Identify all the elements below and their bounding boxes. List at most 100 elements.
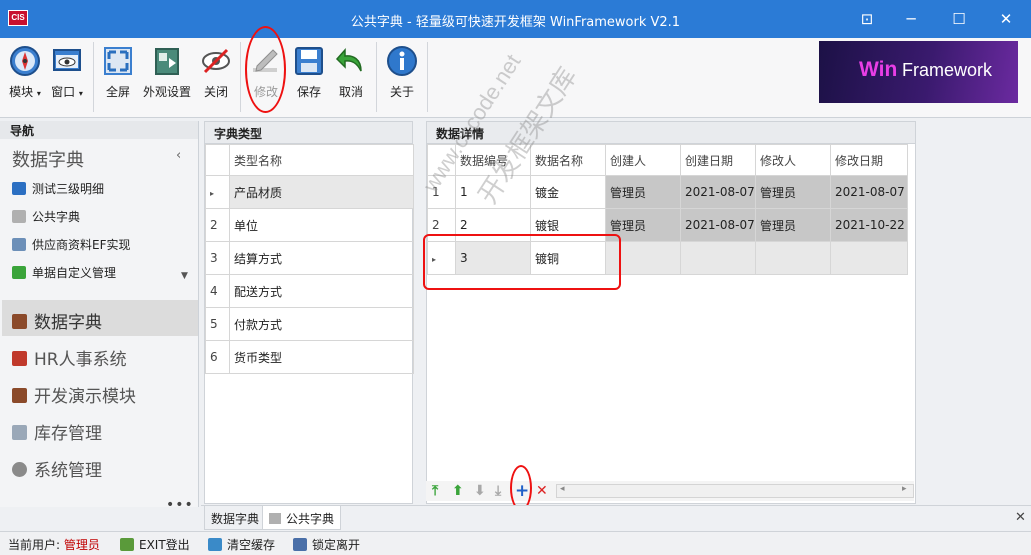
id-card-icon <box>12 351 27 366</box>
collapse-chevron-icon[interactable]: ‹ <box>176 148 181 163</box>
close-button[interactable]: 关闭 <box>193 44 239 100</box>
tab-data-dict[interactable]: 数据字典 <box>204 506 267 530</box>
eye-slash-icon <box>202 48 230 74</box>
module-hr[interactable]: HR人事系统 <box>2 337 198 373</box>
table-row[interactable]: 5 付款方式 <box>205 307 414 341</box>
table-row-new[interactable]: ▸ 3 镀铜 <box>427 241 908 275</box>
toolbar-separator <box>427 42 428 112</box>
add-row-icon[interactable]: + <box>515 483 529 500</box>
dict-type-grid: 类型名称 ▸ 产品材质 2 单位 3 结算方式 4 配送方式 5 付款方式 6 货币类型 <box>205 144 414 374</box>
data-detail-header: 数据详情 <box>427 122 915 144</box>
gear-icon <box>12 462 27 477</box>
status-bar: 当前用户: 管理员 EXIT登出 清空缓存 锁定离开 <box>0 531 1031 555</box>
minimize-button[interactable]: ─ <box>898 6 924 32</box>
toolbar-separator <box>93 42 94 112</box>
toolbar-separator <box>376 42 377 112</box>
column-header[interactable]: 数据编号 <box>455 144 531 176</box>
ribbon-toolbar: 模块 ▾ 窗口 ▾ 全屏 外观设置 关闭 修改 保存 取消 关于 Win Fram… <box>0 38 1031 118</box>
column-header[interactable]: 创建日期 <box>680 144 756 176</box>
compass-icon <box>10 46 40 76</box>
delete-row-icon[interactable]: ✕ <box>536 483 548 499</box>
nav-item-test-detail[interactable]: 测试三级明细 <box>12 180 104 197</box>
about-button[interactable]: 关于 <box>379 44 425 100</box>
fullscreen-button[interactable]: 全屏 <box>95 44 141 100</box>
form-icon <box>12 266 26 279</box>
more-options-icon[interactable]: ••• <box>166 497 194 513</box>
table-row[interactable]: 3 结算方式 <box>205 241 414 275</box>
module-inventory[interactable]: 库存管理 <box>2 411 198 447</box>
module-system[interactable]: 系统管理 <box>2 448 198 484</box>
grid-navigator: ⤒ ⬆ ⬇ ⤓ + ✕ ◂ ▸ <box>426 481 914 501</box>
pencil-icon <box>253 49 278 72</box>
current-row-icon: ▸ <box>432 255 437 264</box>
save-icon <box>295 47 323 75</box>
cube-icon <box>12 210 26 223</box>
move-first-icon[interactable]: ⤒ <box>432 483 438 499</box>
restore-layout-icon[interactable]: ⊡ <box>854 6 880 32</box>
data-detail-grid: 数据编号 数据名称 创建人 创建日期 修改人 修改日期 1 1 镀金 管理员 2… <box>427 144 908 275</box>
book-icon <box>12 314 27 329</box>
database-icon <box>12 425 27 440</box>
close-tab-icon[interactable]: ✕ <box>1015 510 1026 525</box>
appearance-settings-button[interactable]: 外观设置 <box>142 44 192 100</box>
move-down-icon[interactable]: ⬇ <box>474 483 486 499</box>
exit-icon <box>120 538 134 551</box>
column-header[interactable]: 数据名称 <box>530 144 606 176</box>
edit-button[interactable]: 修改 <box>243 44 289 100</box>
scroll-down-icon[interactable]: ▼ <box>181 271 188 281</box>
nav-item-public-dict[interactable]: 公共字典 <box>12 208 80 225</box>
maximize-button[interactable]: ☐ <box>946 6 972 32</box>
move-last-icon[interactable]: ⤓ <box>495 483 501 499</box>
title-bar: CIS 公共字典 - 轻量级可快速开发框架 WinFramework V2.1 … <box>0 0 1031 38</box>
winframework-logo: Win Framework <box>819 41 1018 103</box>
window-eye-icon <box>53 49 81 71</box>
close-window-button[interactable]: ✕ <box>993 6 1019 32</box>
table-row[interactable]: 1 1 镀金 管理员 2021-08-07 管理员 2021-08-07 <box>427 175 908 209</box>
module-dev-demo[interactable]: 开发演示模块 <box>2 374 198 410</box>
layers-icon <box>12 182 26 195</box>
appearance-icon <box>155 48 179 75</box>
dict-type-header: 字典类型 <box>205 122 412 144</box>
fullscreen-icon <box>104 47 132 75</box>
column-header[interactable]: 修改人 <box>755 144 831 176</box>
window-button[interactable]: 窗口 ▾ <box>44 44 90 100</box>
book-icon <box>12 388 27 403</box>
table-row[interactable]: ▸ 产品材质 <box>205 175 414 209</box>
cancel-button[interactable]: 取消 <box>328 44 374 100</box>
scroll-left-icon[interactable]: ◂ <box>560 484 565 494</box>
undo-arrow-icon <box>335 48 362 72</box>
column-header[interactable]: 修改日期 <box>830 144 908 176</box>
data-detail-panel: 数据详情 数据编号 数据名称 创建人 创建日期 修改人 修改日期 1 1 镀金 … <box>426 121 916 504</box>
save-button[interactable]: 保存 <box>286 44 332 100</box>
columns-icon <box>12 238 26 251</box>
exit-logout-button[interactable]: EXIT登出 <box>120 536 190 553</box>
lock-button[interactable]: 锁定离开 <box>293 536 360 553</box>
module-button[interactable]: 模块 ▾ <box>2 44 48 100</box>
lock-icon <box>293 538 307 551</box>
column-header[interactable]: 创建人 <box>605 144 681 176</box>
column-header[interactable]: 类型名称 <box>229 144 414 176</box>
nav-item-custom-form[interactable]: 单据自定义管理 <box>12 264 116 281</box>
dict-type-panel: 字典类型 类型名称 ▸ 产品材质 2 单位 3 结算方式 4 配送方式 5 付款方式 6货… <box>204 121 414 504</box>
nav-item-supplier-ef[interactable]: 供应商资料EF实现 <box>12 236 131 253</box>
info-icon <box>387 46 417 76</box>
scroll-right-icon[interactable]: ▸ <box>902 484 907 494</box>
navigation-panel: 导航 数据字典 ‹ 测试三级明细 公共字典 供应商资料EF实现 单据自定义管理 … <box>0 121 199 513</box>
current-user: 当前用户: 管理员 <box>8 538 100 552</box>
table-row[interactable]: 4 配送方式 <box>205 274 414 308</box>
document-tab-bar: 数据字典 公共字典 <box>201 505 1031 530</box>
table-row[interactable]: 6 货币类型 <box>205 340 414 374</box>
refresh-icon <box>208 538 222 551</box>
clear-cache-button[interactable]: 清空缓存 <box>208 536 275 553</box>
current-row-icon: ▸ <box>210 189 215 198</box>
table-row[interactable]: 2 2 镀银 管理员 2021-08-07 管理员 2021-10-22 <box>427 208 908 242</box>
cube-icon <box>269 513 281 524</box>
nav-header: 导航 <box>0 121 198 139</box>
module-data-dict[interactable]: 数据字典 <box>2 300 198 336</box>
nav-group-title: 数据字典 <box>12 150 84 171</box>
horizontal-scrollbar[interactable]: ◂ ▸ <box>556 484 914 498</box>
tab-public-dict[interactable]: 公共字典 <box>262 506 342 530</box>
toolbar-separator <box>240 42 241 112</box>
table-row[interactable]: 2 单位 <box>205 208 414 242</box>
move-up-icon[interactable]: ⬆ <box>452 483 464 499</box>
